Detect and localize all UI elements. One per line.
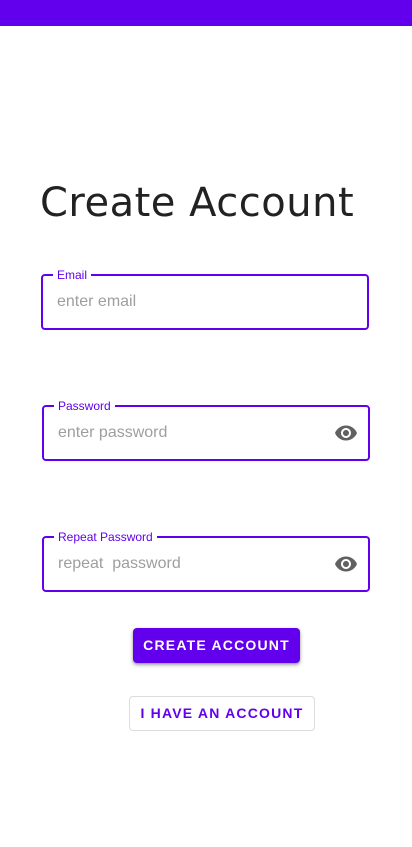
email-field[interactable]: Email: [41, 267, 369, 330]
have-account-button[interactable]: I HAVE AN ACCOUNT: [129, 696, 315, 731]
repeat-password-field[interactable]: Repeat Password: [42, 529, 370, 592]
password-visibility-eye-icon[interactable]: [334, 421, 358, 445]
password-field[interactable]: Password: [42, 398, 370, 461]
page-title: Create Account: [40, 180, 355, 226]
repeat-password-visibility-eye-icon[interactable]: [334, 552, 358, 576]
repeat-password-input[interactable]: [58, 538, 328, 590]
create-account-button[interactable]: CREATE ACCOUNT: [133, 628, 300, 663]
create-account-screen: Create Account Email Password Repeat Pas…: [0, 0, 412, 847]
status-bar: [0, 0, 412, 26]
password-input[interactable]: [58, 407, 328, 459]
email-input[interactable]: [57, 276, 327, 328]
